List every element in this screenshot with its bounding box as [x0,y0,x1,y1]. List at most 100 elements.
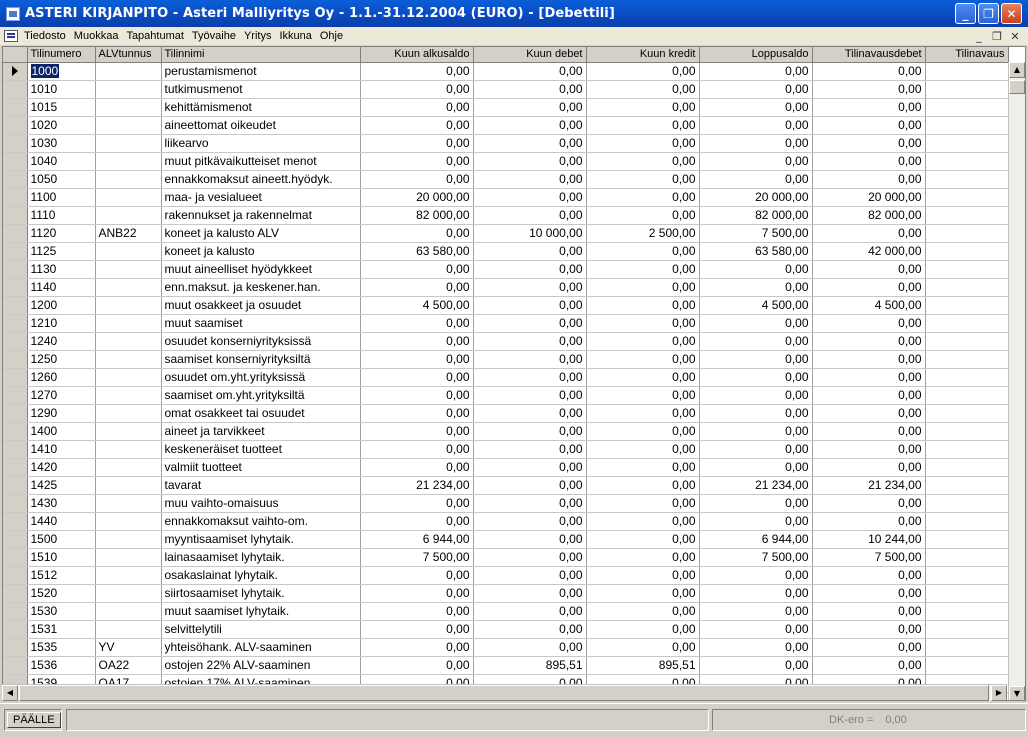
table-row[interactable]: 1030 liikearvo 0,00 0,00 0,00 0,00 0,00 [3,134,1009,153]
cell-tilinavausdebet[interactable]: 0,00 [812,134,926,153]
table-row[interactable]: 1210 muut saamiset 0,00 0,00 0,00 0,00 0,00 [3,314,1009,333]
restore-button[interactable]: ❐ [978,3,999,24]
cell-tilinavaus[interactable] [925,188,1009,207]
table-row[interactable]: 1270 saamiset om.yht.yrityksiltä 0,00 0,00 0… [3,386,1009,405]
cell-tilinavausdebet[interactable]: 0,00 [812,494,926,513]
cell-kuun-alkusaldo[interactable]: 82 000,00 [360,206,474,225]
row-indicator[interactable] [3,620,28,639]
cell-kuun-debet[interactable]: 0,00 [473,332,587,351]
col-header-tilinavaus[interactable]: Tilinavaus [925,47,1009,63]
cell-alvtunnus[interactable] [95,476,162,495]
cell-tilinnimi[interactable]: perustamismenot [161,62,361,81]
cell-tilinavausdebet[interactable]: 0,00 [812,566,926,585]
cell-kuun-alkusaldo[interactable]: 4 500,00 [360,296,474,315]
cell-alvtunnus[interactable] [95,440,162,459]
cell-loppusaldo[interactable]: 21 234,00 [699,476,813,495]
table-row[interactable]: 1440 ennakkomaksut vaihto-om. 0,00 0,00 0,00… [3,512,1009,531]
cell-tilinumero[interactable]: 1270 [27,386,96,405]
cell-tilinavausdebet[interactable]: 0,00 [812,422,926,441]
cell-kuun-kredit[interactable]: 0,00 [586,350,700,369]
cell-tilinnimi[interactable]: ennakkomaksut vaihto-om. [161,512,361,531]
cell-tilinavausdebet[interactable]: 7 500,00 [812,548,926,567]
cell-tilinavaus[interactable] [925,80,1009,99]
cell-tilinavausdebet[interactable]: 0,00 [812,350,926,369]
cell-tilinavaus[interactable] [925,62,1009,81]
menu-yritys[interactable]: Yritys [242,30,278,42]
cell-loppusaldo[interactable]: 0,00 [699,566,813,585]
cell-tilinnimi[interactable]: koneet ja kalusto [161,242,361,261]
cell-loppusaldo[interactable]: 63 580,00 [699,242,813,261]
cell-kuun-alkusaldo[interactable]: 0,00 [360,80,474,99]
cell-loppusaldo[interactable]: 0,00 [699,404,813,423]
cell-tilinumero[interactable]: 1531 [27,620,96,639]
row-indicator[interactable] [3,422,28,441]
cell-tilinnimi[interactable]: omat osakkeet tai osuudet [161,404,361,423]
col-header-tilinavausdebet[interactable]: Tilinavausdebet [812,47,926,63]
cell-alvtunnus[interactable] [95,512,162,531]
row-indicator[interactable] [3,98,28,117]
row-indicator[interactable] [3,152,28,171]
cell-kuun-debet[interactable]: 0,00 [473,206,587,225]
cell-tilinavausdebet[interactable]: 0,00 [812,62,926,81]
cell-tilinavaus[interactable] [925,620,1009,639]
cell-tilinavausdebet[interactable]: 0,00 [812,404,926,423]
cell-tilinumero[interactable]: 1130 [27,260,96,279]
cell-tilinnimi[interactable]: keskeneräiset tuotteet [161,440,361,459]
cell-kuun-alkusaldo[interactable]: 0,00 [360,368,474,387]
table-row[interactable]: 1240 osuudet konserniyrityksissä 0,00 0,00 0… [3,332,1009,351]
cell-kuun-kredit[interactable]: 0,00 [586,602,700,621]
cell-alvtunnus[interactable] [95,602,162,621]
cell-alvtunnus[interactable] [95,152,162,171]
cell-loppusaldo[interactable]: 0,00 [699,368,813,387]
table-row[interactable]: 1010 tutkimusmenot 0,00 0,00 0,00 0,00 0,00 [3,80,1009,99]
cell-tilinnimi[interactable]: muut saamiset [161,314,361,333]
cell-tilinumero[interactable]: 1530 [27,602,96,621]
cell-loppusaldo[interactable]: 6 944,00 [699,530,813,549]
cell-kuun-kredit[interactable]: 0,00 [586,620,700,639]
cell-tilinumero[interactable]: 1200 [27,296,96,315]
cell-tilinnimi[interactable]: muut aineelliset hyödykkeet [161,260,361,279]
row-indicator[interactable] [3,242,28,261]
cell-tilinavaus[interactable] [925,332,1009,351]
cell-tilinnimi[interactable]: osuudet konserniyrityksissä [161,332,361,351]
cell-kuun-kredit[interactable]: 0,00 [586,440,700,459]
cell-kuun-alkusaldo[interactable]: 0,00 [360,602,474,621]
row-indicator[interactable] [3,260,28,279]
cell-kuun-debet[interactable]: 0,00 [473,278,587,297]
cell-tilinumero[interactable]: 1425 [27,476,96,495]
cell-loppusaldo[interactable]: 7 500,00 [699,548,813,567]
cell-tilinavaus[interactable] [925,224,1009,243]
cell-kuun-debet[interactable]: 0,00 [473,566,587,585]
cell-kuun-alkusaldo[interactable]: 20 000,00 [360,188,474,207]
cell-tilinnimi[interactable]: lainasaamiset lyhytaik. [161,548,361,567]
cell-alvtunnus[interactable] [95,530,162,549]
table-row[interactable]: 1531 selvittelytili 0,00 0,00 0,00 0,00 0,00 [3,620,1009,639]
cell-tilinumero[interactable]: 1290 [27,404,96,423]
table-row[interactable]: 1520 siirtosaamiset lyhytaik. 0,00 0,00 0,00… [3,584,1009,603]
cell-loppusaldo[interactable]: 0,00 [699,98,813,117]
cell-kuun-debet[interactable]: 0,00 [473,152,587,171]
cell-tilinavaus[interactable] [925,350,1009,369]
table-row[interactable]: 1430 muu vaihto-omaisuus 0,00 0,00 0,00 0,00 0… [3,494,1009,513]
cell-tilinumero[interactable]: 1440 [27,512,96,531]
cell-tilinavaus[interactable] [925,98,1009,117]
cell-kuun-debet[interactable]: 0,00 [473,242,587,261]
cell-tilinnimi[interactable]: enn.maksut. ja keskener.han. [161,278,361,297]
cell-kuun-alkusaldo[interactable]: 63 580,00 [360,242,474,261]
cell-tilinavaus[interactable] [925,278,1009,297]
table-row[interactable]: 1500 myyntisaamiset lyhytaik. 6 944,00 0,00… [3,530,1009,549]
cell-kuun-debet[interactable]: 0,00 [473,476,587,495]
row-indicator[interactable] [3,62,28,81]
cell-kuun-alkusaldo[interactable]: 7 500,00 [360,548,474,567]
cell-alvtunnus[interactable]: OA22 [95,656,162,675]
cell-kuun-alkusaldo[interactable]: 0,00 [360,62,474,81]
menu-ikkuna[interactable]: Ikkuna [277,30,317,42]
cell-tilinavaus[interactable] [925,314,1009,333]
cell-kuun-alkusaldo[interactable]: 0,00 [360,458,474,477]
cell-tilinnimi[interactable]: koneet ja kalusto ALV [161,224,361,243]
cell-kuun-alkusaldo[interactable]: 0,00 [360,152,474,171]
cell-tilinavausdebet[interactable]: 0,00 [812,620,926,639]
cell-alvtunnus[interactable] [95,278,162,297]
cell-tilinavausdebet[interactable]: 0,00 [812,116,926,135]
cell-kuun-alkusaldo[interactable]: 0,00 [360,440,474,459]
